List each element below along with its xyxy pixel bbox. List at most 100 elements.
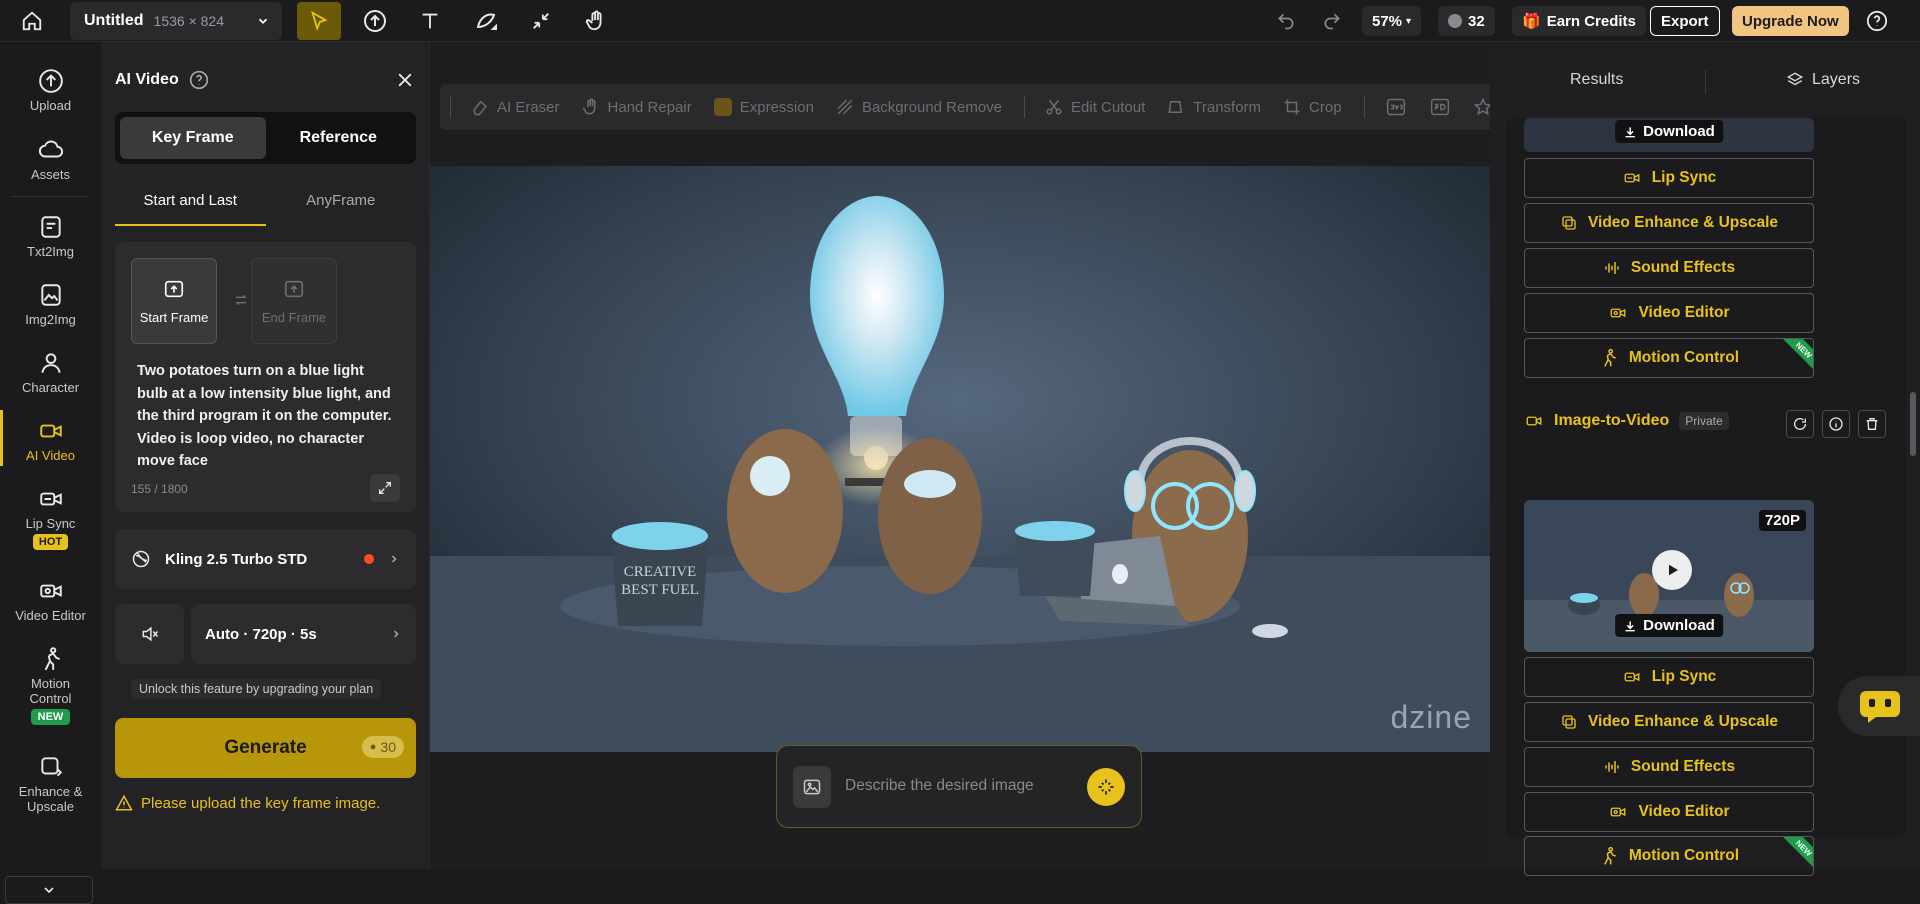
nav-character-label: Character — [21, 380, 80, 395]
video-editor-icon — [1611, 807, 1626, 817]
select-tool-icon[interactable] — [297, 2, 341, 40]
nav-enhance-upscale[interactable]: Enhance & Upscale — [0, 754, 101, 814]
export-button[interactable]: Export — [1650, 6, 1720, 36]
trash-icon[interactable] — [1858, 410, 1886, 438]
toolstrip-divider — [450, 96, 451, 118]
model-selector[interactable]: Kling 2.5 Turbo STD — [115, 529, 416, 589]
lip-sync-icon — [1624, 173, 1640, 183]
upgrade-button[interactable]: Upgrade Now — [1732, 6, 1849, 36]
undo-icon[interactable] — [1276, 0, 1296, 42]
swap-frames-icon[interactable] — [233, 292, 249, 308]
warning-text: Please upload the key frame image. — [141, 794, 381, 812]
top-bar: Untitled 1536 × 824 57% ▾ 32 🎁 Earn Credit… — [0, 0, 1920, 42]
nav-motion-control[interactable]: Motion Control NEW — [0, 646, 101, 725]
warning-message: Please upload the key frame image. — [115, 794, 380, 812]
download-button[interactable]: Download — [1615, 614, 1723, 637]
nav-img2img[interactable]: Img2Img — [0, 282, 101, 327]
download-label: Download — [1643, 617, 1715, 634]
img2img-icon — [40, 284, 61, 306]
text-tool-icon[interactable] — [408, 2, 452, 40]
regenerate-icon[interactable] — [1786, 410, 1814, 438]
tab-anyframe[interactable]: AnyFrame — [266, 182, 417, 226]
upload-tool-icon[interactable] — [353, 2, 397, 40]
video-settings-selector[interactable]: Auto · 720p · 5s — [191, 604, 416, 664]
video-editor-button[interactable]: Video Editor — [1524, 792, 1814, 832]
results-scrollbar[interactable] — [1910, 392, 1916, 456]
tab-start-and-last[interactable]: Start and Last — [115, 182, 266, 226]
tool-edit-cutout[interactable]: Edit Cutout — [1045, 98, 1145, 116]
download-icon — [1625, 620, 1635, 631]
tool-transform[interactable]: Transform — [1167, 98, 1261, 116]
nav-lip-sync[interactable]: Lip Sync HOT — [0, 486, 101, 550]
sound-effects-button[interactable]: Sound Effects — [1524, 747, 1814, 787]
panel-title-text: AI Video — [115, 71, 179, 88]
motion-control-button[interactable]: Motion Control NEW — [1524, 338, 1814, 378]
nav-upload[interactable]: Upload — [0, 68, 101, 113]
nav-img2img-label: Img2Img — [25, 312, 76, 327]
tool-expression[interactable]: Expression — [713, 98, 814, 116]
zoom-selector[interactable]: 57% ▾ — [1362, 6, 1422, 36]
video-enhance-upscale-button[interactable]: Video Enhance & Upscale — [1524, 702, 1814, 742]
earn-credits-label: Earn Credits — [1546, 12, 1636, 30]
prompt-textarea[interactable]: Two potatoes turn on a blue light bulb a… — [137, 360, 397, 473]
document-selector[interactable]: Untitled 1536 × 824 — [70, 2, 282, 40]
home-icon[interactable] — [18, 8, 46, 34]
motion-icon — [1604, 348, 1616, 367]
help-icon[interactable] — [189, 70, 209, 90]
download-button[interactable]: Download — [1615, 120, 1723, 143]
lip-sync-label: Lip Sync — [1651, 169, 1717, 186]
image-icon[interactable] — [793, 766, 831, 808]
play-icon[interactable] — [1652, 550, 1692, 590]
nav-txt2img[interactable]: Txt2Img — [0, 214, 101, 259]
motion-control-button[interactable]: Motion Control NEW — [1524, 836, 1814, 876]
sound-effects-button[interactable]: Sound Effects — [1524, 248, 1814, 288]
nav-assets[interactable]: Assets — [0, 137, 101, 182]
close-icon[interactable] — [395, 70, 415, 90]
chat-assistant-button[interactable] — [1838, 676, 1920, 736]
describe-image-input[interactable]: Describe the desired image — [776, 745, 1142, 828]
tool-hand-repair[interactable]: Hand Repair — [582, 98, 692, 116]
video-enhance-upscale-button[interactable]: Video Enhance & Upscale — [1524, 203, 1814, 243]
tab-layers[interactable]: Layers — [1786, 71, 1860, 89]
start-frame-upload[interactable]: Start Frame — [131, 258, 217, 344]
tab-results[interactable]: Results — [1570, 71, 1623, 89]
tool-ai-eraser[interactable]: AI Eraser — [471, 98, 560, 116]
expression-icon — [713, 98, 732, 116]
lip-sync-button[interactable]: Lip Sync — [1524, 158, 1814, 198]
nav-video-editor[interactable]: Video Editor — [0, 578, 101, 623]
record-dot-icon — [364, 554, 374, 564]
character-count: 155 / 1800 — [131, 482, 188, 496]
tool-3d[interactable] — [1429, 97, 1451, 117]
tool-crop[interactable]: Crop — [1283, 98, 1342, 116]
nav-ai-video[interactable]: AI Video — [0, 410, 101, 466]
tab-key-frame[interactable]: Key Frame — [120, 117, 266, 159]
info-icon[interactable] — [1822, 410, 1850, 438]
tab-reference[interactable]: Reference — [266, 117, 412, 159]
toolstrip-divider — [1024, 96, 1026, 118]
nav-enhance-label: Enhance & Upscale — [18, 784, 83, 814]
credits-count: 32 — [1468, 12, 1485, 30]
result-video-thumbnail[interactable]: 720P Download — [1524, 500, 1814, 652]
image-tools-strip: AI Eraser Hand Repair Expression Backgro… — [440, 84, 1598, 130]
nav-character[interactable]: Character — [0, 350, 101, 395]
result-thumbnail[interactable]: Download — [1524, 118, 1814, 152]
fit-screen-icon[interactable] — [519, 2, 563, 40]
shape-tool-icon[interactable] — [464, 2, 508, 40]
tool-svg[interactable] — [1385, 97, 1407, 117]
tool-background-remove[interactable]: Background Remove — [836, 98, 1002, 116]
canvas-image[interactable]: CREATIVE BEST FUEL dzine — [430, 166, 1490, 752]
audio-toggle[interactable] — [115, 604, 184, 664]
generate-button[interactable]: Generate ● 30 — [115, 718, 416, 778]
redo-icon[interactable] — [1322, 0, 1342, 42]
help-icon[interactable] — [1866, 0, 1888, 42]
video-editor-label: Video Editor — [1638, 803, 1730, 820]
credits-display[interactable]: 32 — [1438, 6, 1495, 36]
expand-icon[interactable] — [370, 474, 400, 502]
nav-expand-button[interactable] — [5, 876, 93, 904]
end-frame-upload[interactable]: End Frame — [251, 258, 337, 344]
magic-sparkle-icon[interactable] — [1087, 768, 1125, 806]
lip-sync-button[interactable]: Lip Sync — [1524, 657, 1814, 697]
hand-tool-icon[interactable] — [574, 2, 618, 40]
video-editor-button[interactable]: Video Editor — [1524, 293, 1814, 333]
earn-credits-button[interactable]: 🎁 Earn Credits — [1512, 6, 1646, 36]
